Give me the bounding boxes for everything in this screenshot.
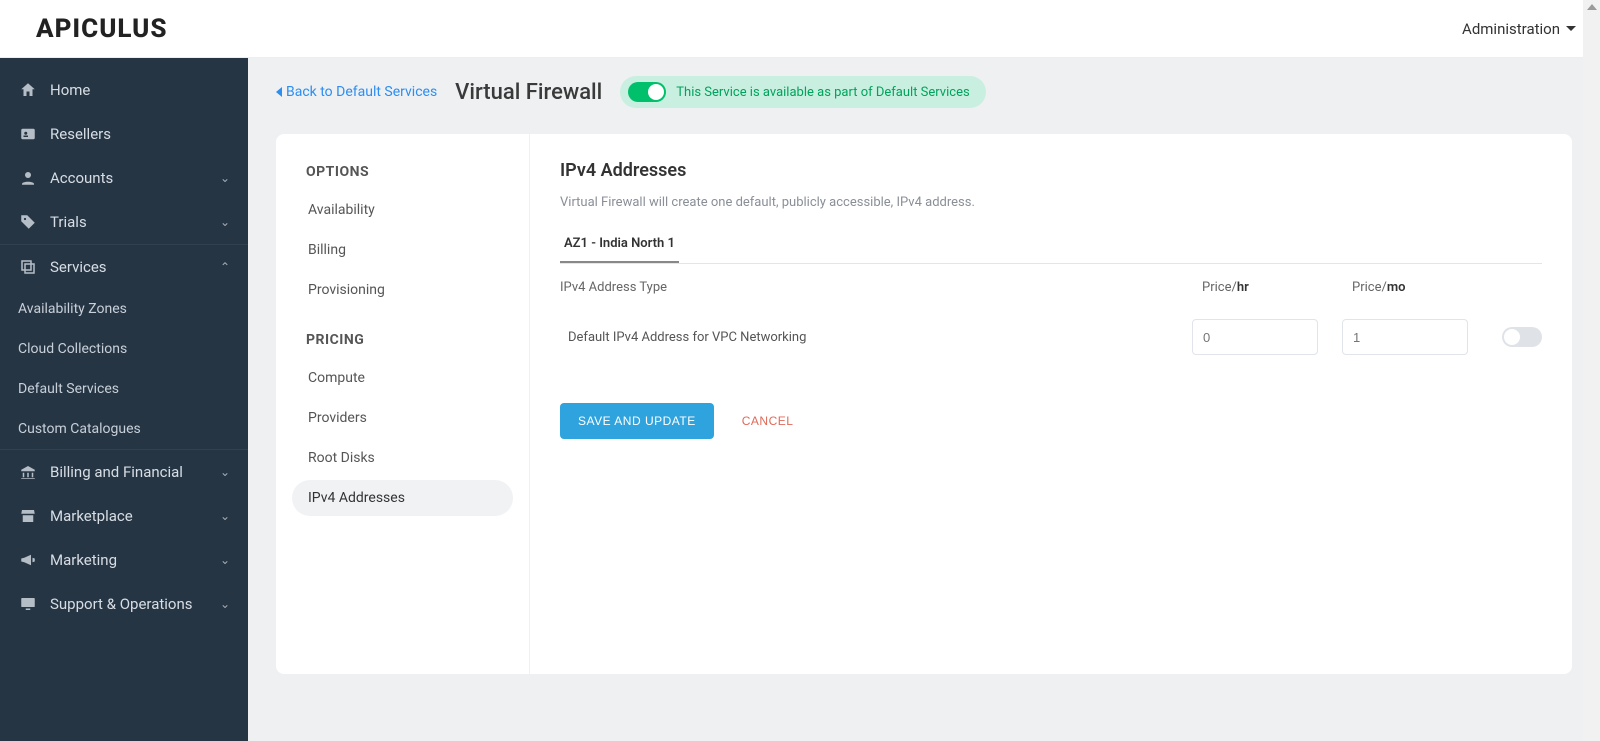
nav-default-services[interactable]: Default Services: [0, 369, 248, 409]
option-providers[interactable]: Providers: [292, 400, 513, 436]
nav-resellers[interactable]: Resellers: [0, 112, 248, 156]
zone-tab-az1[interactable]: AZ1 - India North 1: [560, 228, 679, 263]
sidebar: Home Resellers Accounts ⌄ Trials ⌄: [0, 58, 248, 741]
option-billing[interactable]: Billing: [292, 232, 513, 268]
back-to-default-services-link[interactable]: Back to Default Services: [276, 84, 437, 100]
nav-custom-catalogues[interactable]: Custom Catalogues: [0, 409, 248, 449]
nav-home[interactable]: Home: [0, 68, 248, 112]
row-enable-toggle[interactable]: [1502, 327, 1542, 347]
nav-billing-financial[interactable]: Billing and Financial ⌄: [0, 450, 248, 494]
option-provisioning[interactable]: Provisioning: [292, 272, 513, 308]
col-price-mo: Price/mo: [1342, 280, 1492, 295]
chevron-down-icon: ⌄: [220, 553, 230, 567]
brand-logo: APICULUS: [36, 14, 167, 44]
row-label: Default IPv4 Address for VPC Networking: [560, 330, 1192, 345]
nav-home-label: Home: [50, 81, 90, 99]
section-title: IPv4 Addresses: [560, 160, 1542, 181]
col-address-type: IPv4 Address Type: [560, 280, 1192, 295]
nav-services-label: Services: [50, 258, 107, 276]
layers-icon: [18, 257, 38, 277]
scroll-up-arrow-icon: [1587, 4, 1597, 10]
price-per-month-input[interactable]: [1342, 319, 1468, 355]
nav-marketing-label: Marketing: [50, 551, 117, 569]
store-icon: [18, 506, 38, 526]
back-link-label: Back to Default Services: [286, 84, 437, 100]
section-description: Virtual Firewall will create one default…: [560, 195, 1542, 210]
nav-resellers-label: Resellers: [50, 125, 111, 143]
page-title: Virtual Firewall: [455, 80, 602, 105]
administration-menu[interactable]: Administration: [1462, 20, 1576, 38]
options-sidebar: OPTIONS Availability Billing Provisionin…: [276, 134, 530, 674]
nav-support-ops[interactable]: Support & Operations ⌄: [0, 582, 248, 626]
service-availability-badge: This Service is available as part of Def…: [620, 76, 985, 108]
nav-services[interactable]: Services ⌃: [0, 245, 248, 289]
col-price-hr: Price/hr: [1192, 280, 1342, 295]
nav-accounts[interactable]: Accounts ⌄: [0, 156, 248, 200]
nav-support-label: Support & Operations: [50, 595, 193, 613]
megaphone-icon: [18, 550, 38, 570]
service-badge-text: This Service is available as part of Def…: [676, 85, 969, 100]
service-toggle[interactable]: [628, 82, 666, 102]
user-icon: [18, 168, 38, 188]
nav-billing-label: Billing and Financial: [50, 463, 183, 481]
nav-cloud-collections[interactable]: Cloud Collections: [0, 329, 248, 369]
topbar: APICULUS Administration: [0, 0, 1600, 58]
nav-availability-zones[interactable]: Availability Zones: [0, 289, 248, 329]
chevron-down-icon: ⌄: [220, 509, 230, 523]
monitor-icon: [18, 594, 38, 614]
option-compute[interactable]: Compute: [292, 360, 513, 396]
nav-cloud-collections-label: Cloud Collections: [18, 341, 127, 357]
main-panel: IPv4 Addresses Virtual Firewall will cre…: [530, 134, 1572, 674]
chevron-down-icon: [1566, 26, 1576, 31]
home-icon: [18, 80, 38, 100]
tag-icon: [18, 212, 38, 232]
chevron-up-icon: ⌃: [220, 260, 230, 274]
chevron-down-icon: ⌄: [220, 215, 230, 229]
chevron-left-icon: [276, 87, 282, 97]
page-header: Back to Default Services Virtual Firewal…: [248, 58, 1600, 118]
option-root-disks[interactable]: Root Disks: [292, 440, 513, 476]
pricing-table-header: IPv4 Address Type Price/hr Price/mo: [560, 274, 1542, 305]
nav-custom-catalogues-label: Custom Catalogues: [18, 421, 141, 437]
chevron-down-icon: ⌄: [220, 597, 230, 611]
nav-availability-zones-label: Availability Zones: [18, 301, 127, 317]
form-actions: SAVE AND UPDATE CANCEL: [560, 403, 1542, 439]
pricing-row: Default IPv4 Address for VPC Networking: [560, 305, 1542, 373]
nav-marketplace-label: Marketplace: [50, 507, 133, 525]
nav-default-services-label: Default Services: [18, 381, 119, 397]
nav-marketing[interactable]: Marketing ⌄: [0, 538, 248, 582]
nav-trials-label: Trials: [50, 213, 87, 231]
chevron-down-icon: ⌄: [220, 465, 230, 479]
chevron-down-icon: ⌄: [220, 171, 230, 185]
pricing-heading: PRICING: [292, 326, 513, 360]
save-and-update-button[interactable]: SAVE AND UPDATE: [560, 403, 714, 439]
administration-label: Administration: [1462, 20, 1560, 38]
price-per-hour-input[interactable]: [1192, 319, 1318, 355]
content-area: Back to Default Services Virtual Firewal…: [248, 58, 1600, 741]
vertical-scrollbar[interactable]: [1583, 0, 1600, 741]
option-ipv4-addresses[interactable]: IPv4 Addresses: [292, 480, 513, 516]
id-card-icon: [18, 124, 38, 144]
zone-tabs: AZ1 - India North 1: [560, 228, 1542, 264]
nav-trials[interactable]: Trials ⌄: [0, 200, 248, 244]
cancel-button[interactable]: CANCEL: [742, 414, 794, 428]
option-availability[interactable]: Availability: [292, 192, 513, 228]
settings-card: OPTIONS Availability Billing Provisionin…: [276, 134, 1572, 674]
nav-accounts-label: Accounts: [50, 169, 113, 187]
nav-marketplace[interactable]: Marketplace ⌄: [0, 494, 248, 538]
bank-icon: [18, 462, 38, 482]
options-heading: OPTIONS: [292, 158, 513, 192]
